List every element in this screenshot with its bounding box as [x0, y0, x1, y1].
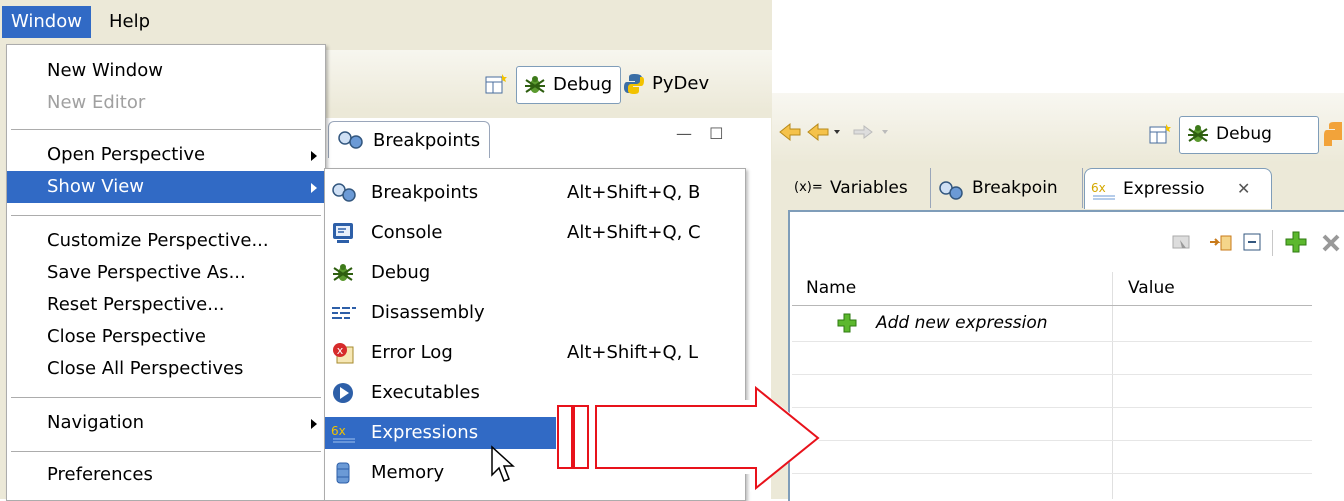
debug-bug-icon	[523, 73, 547, 97]
row-divider	[792, 341, 1312, 342]
menu-separator	[11, 397, 321, 398]
perspective-pydev-label: PyDev	[652, 73, 710, 94]
row-divider	[792, 407, 1312, 408]
column-header-value[interactable]: Value	[1128, 272, 1175, 304]
svg-text:x: x	[337, 344, 344, 357]
submenu-arrow-icon	[311, 183, 317, 193]
perspective-debug-button[interactable]: Debug	[1179, 116, 1319, 154]
perspective-pydev-button[interactable]: PyDev	[616, 66, 709, 102]
view-buttons: — ☐	[676, 124, 723, 143]
console-icon	[331, 221, 355, 245]
menu-item-customize-perspective[interactable]: Customize Perspective...	[7, 225, 325, 257]
menu-item-new-window[interactable]: New Window	[7, 55, 325, 87]
remove-expression-icon[interactable]	[1320, 232, 1342, 259]
disassembly-icon	[331, 301, 356, 325]
menu-window[interactable]: Window	[2, 6, 91, 38]
back-nav-icon[interactable]	[776, 118, 906, 153]
table-row[interactable]: Add new expression	[792, 308, 1112, 340]
perspective-debug-button[interactable]: Debug	[516, 66, 622, 104]
row-divider	[792, 374, 1312, 375]
menu-item-new-editor: New Editor	[47, 92, 146, 113]
error-log-icon: x	[331, 341, 355, 365]
tab-variables-label: Variables	[830, 178, 908, 198]
perspective-debug-label: Debug	[1216, 124, 1272, 144]
select-all-icon[interactable]	[1170, 232, 1196, 259]
header-separator	[792, 305, 1312, 306]
python-icon	[622, 72, 646, 96]
add-expression-icon[interactable]	[1284, 230, 1308, 259]
close-icon[interactable]: ✕	[1237, 169, 1250, 209]
tab-expressions[interactable]: 6x Expressio ✕	[1084, 168, 1272, 209]
menu-item-open-perspective[interactable]: Open Perspective	[7, 139, 325, 171]
menu-item-show-view[interactable]: Show View	[7, 171, 325, 203]
perspective-debug-label: Debug	[553, 74, 613, 95]
show-type-names-icon[interactable]	[1208, 232, 1234, 259]
submenu-item-error-log[interactable]: x Error Log Alt+Shift+Q, L	[325, 337, 745, 369]
tab-breakpoints[interactable]: Breakpoints	[328, 121, 490, 158]
debug-bug-icon	[331, 261, 355, 285]
svg-text:6x: 6x	[331, 424, 346, 438]
column-header-name[interactable]: Name	[806, 272, 856, 304]
svg-text:6x: 6x	[1091, 181, 1106, 195]
memory-icon	[331, 461, 355, 485]
submenu-item-debug[interactable]: Debug	[325, 257, 745, 289]
menu-separator	[11, 215, 321, 216]
menu-bar: Window Help	[0, 0, 772, 44]
tab-breakpoints-label: Breakpoints	[373, 130, 481, 151]
submenu-item-disassembly[interactable]: Disassembly	[325, 297, 745, 329]
column-divider	[1112, 272, 1113, 499]
submenu-item-console[interactable]: Console Alt+Shift+Q, C	[325, 217, 745, 249]
expressions-icon: 6x	[331, 421, 355, 445]
toolbar-separator	[1272, 230, 1273, 256]
row-divider	[792, 440, 1312, 441]
tab-variables[interactable]: (x)= Variables	[788, 168, 931, 208]
menu-item-preferences[interactable]: Preferences	[7, 459, 325, 491]
window-menu: New Window New Editor Open Perspective S…	[6, 44, 326, 501]
breakpoints-icon	[337, 130, 367, 155]
submenu-arrow-icon	[311, 151, 317, 161]
open-perspective-icon[interactable]	[1148, 122, 1172, 146]
debug-bug-icon	[1186, 122, 1210, 151]
menu-separator	[11, 129, 321, 130]
submenu-item-breakpoints[interactable]: Breakpoints Alt+Shift+Q, B	[325, 177, 745, 209]
expressions-icon: 6x	[1091, 177, 1119, 217]
menu-separator	[11, 451, 321, 452]
add-new-expression-label: Add new expression	[876, 313, 1048, 333]
tab-expressions-label: Expressio	[1123, 179, 1205, 199]
variables-icon: (x)=	[794, 180, 823, 195]
breakpoints-icon	[938, 176, 966, 216]
python-icon[interactable]	[1324, 120, 1344, 155]
menu-item-close-perspective[interactable]: Close Perspective	[7, 321, 325, 353]
menu-item-navigation[interactable]: Navigation	[7, 407, 325, 439]
submenu-arrow-icon	[311, 419, 317, 429]
right-view-tabs: (x)= Variables Breakpoin 6x Expressio ✕	[788, 168, 1344, 210]
add-expression-icon	[836, 312, 858, 339]
mouse-cursor-icon	[490, 445, 516, 490]
minimize-button[interactable]: —	[676, 124, 692, 143]
row-divider	[792, 473, 1312, 474]
menu-item-save-perspective-as[interactable]: Save Perspective As...	[7, 257, 325, 289]
menu-help[interactable]: Help	[100, 6, 159, 38]
tab-breakpoints[interactable]: Breakpoin	[932, 168, 1083, 208]
executables-icon	[331, 381, 355, 405]
tab-breakpoints-label: Breakpoin	[972, 178, 1058, 198]
menu-item-close-all-perspectives[interactable]: Close All Perspectives	[7, 353, 325, 385]
menu-item-reset-perspective[interactable]: Reset Perspective...	[7, 289, 325, 321]
transition-arrow	[550, 380, 830, 495]
open-perspective-icon[interactable]	[484, 72, 508, 96]
maximize-button[interactable]: ☐	[709, 124, 723, 143]
breakpoints-icon	[331, 181, 356, 205]
expressions-view-toolbar	[790, 220, 1344, 264]
collapse-all-icon[interactable]	[1242, 232, 1264, 259]
expressions-table: Name Value Add new expression	[792, 272, 1312, 499]
